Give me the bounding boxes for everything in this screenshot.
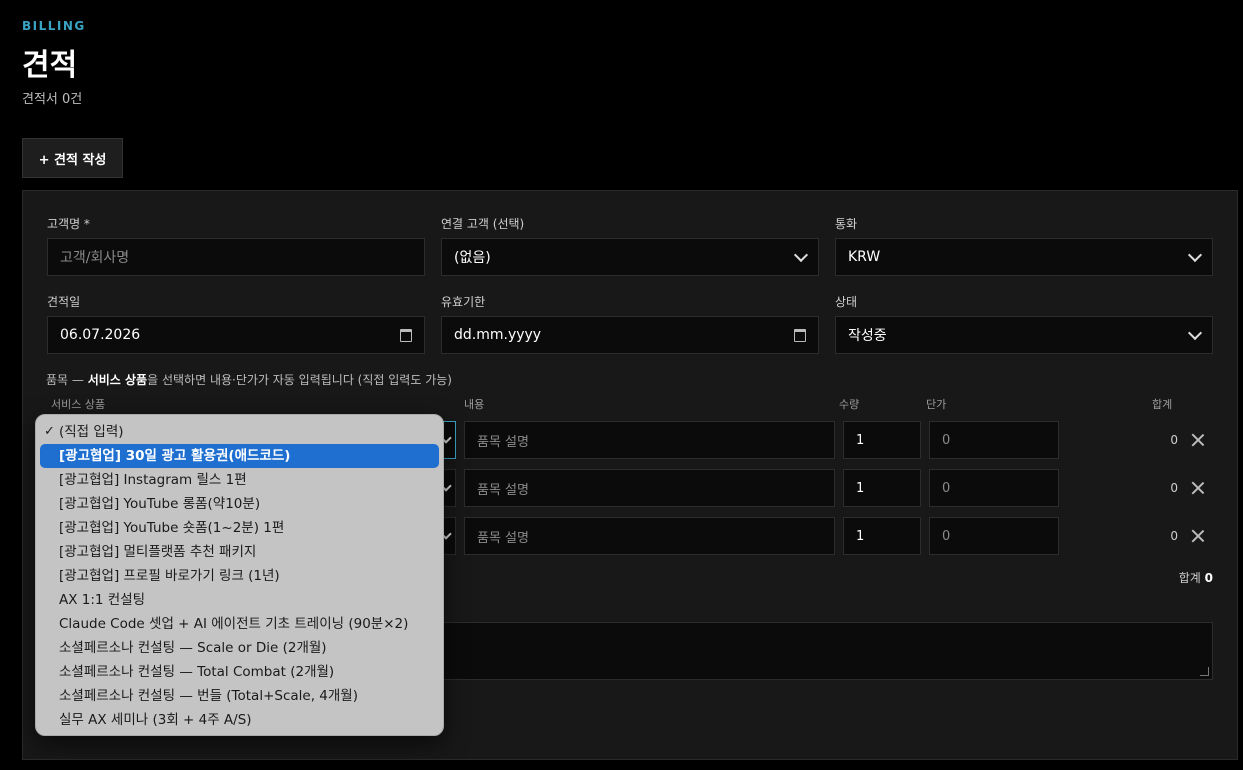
customer-name-placeholder: 고객/회사명: [60, 250, 130, 266]
dropdown-option[interactable]: [광고협업] YouTube 숏폼(1~2분) 1편: [40, 516, 439, 540]
column-qty: 수량: [839, 398, 860, 411]
items-hint-bold: 서비스 상품: [87, 373, 148, 387]
option-label: [광고협업] Instagram 릴스 1편: [59, 472, 247, 488]
linked-customer-select[interactable]: (없음): [441, 238, 819, 276]
items-hint-prefix: 품목 —: [46, 373, 88, 387]
option-label: [광고협업] 30일 광고 활용권(애드코드): [59, 448, 291, 464]
customer-name-label: 고객명 *: [47, 217, 90, 231]
total-label: 합계: [1178, 571, 1201, 585]
column-product: 서비스 상품: [51, 398, 106, 411]
item-qty-input[interactable]: 1: [843, 517, 921, 555]
page-title: 견적: [22, 48, 78, 83]
quote-date-label: 견적일: [47, 295, 81, 309]
dropdown-option[interactable]: ✓ (직접 입력): [40, 420, 439, 444]
calendar-icon[interactable]: [794, 328, 806, 342]
remove-row-icon[interactable]: [1191, 529, 1205, 543]
customer-name-input[interactable]: 고객/회사명: [47, 238, 425, 276]
column-price: 단가: [926, 398, 947, 411]
notes-textarea[interactable]: [436, 622, 1213, 680]
valid-until-value: dd.mm.yyyy: [454, 327, 542, 343]
item-amount: 0: [1170, 529, 1178, 543]
item-amount: 0: [1170, 433, 1178, 447]
column-content: 내용: [464, 398, 485, 411]
valid-until-label: 유효기한: [441, 295, 486, 309]
linked-customer-label: 연결 고객 (선택): [441, 217, 525, 231]
check-icon: ✓: [44, 424, 55, 439]
option-label: 소셜페르소나 컨설팅 — Total Combat (2개월): [59, 664, 335, 680]
quote-count: 견적서 0건: [22, 92, 83, 107]
option-label: AX 1:1 컨설팅: [59, 592, 146, 608]
chevron-down-icon: [1187, 247, 1203, 263]
option-label: (직접 입력): [59, 424, 124, 440]
create-quote-button[interactable]: + 견적 작성: [22, 138, 123, 178]
currency-value: KRW: [848, 249, 881, 265]
option-label: [광고협업] 멀티플랫폼 추천 패키지: [59, 544, 257, 560]
quote-date-value: 06.07.2026: [60, 327, 141, 343]
option-label: [광고협업] 프로필 바로가기 링크 (1년): [59, 568, 280, 584]
dropdown-option[interactable]: 소셜페르소나 컨설팅 — Total Combat (2개월): [40, 660, 439, 684]
option-label: 소셜페르소나 컨설팅 — Scale or Die (2개월): [59, 640, 327, 656]
dropdown-option[interactable]: AX 1:1 컨설팅: [40, 588, 439, 612]
option-label: 소셜페르소나 컨설팅 — 번들 (Total+Scale, 4개월): [59, 688, 358, 704]
status-select[interactable]: 작성중: [835, 316, 1213, 354]
dropdown-option[interactable]: [광고협업] YouTube 롱폼(약10분): [40, 492, 439, 516]
linked-customer-value: (없음): [454, 250, 491, 266]
item-content-input[interactable]: 품목 설명: [464, 421, 835, 459]
column-sum: 합계: [1152, 398, 1173, 411]
item-qty-input[interactable]: 1: [843, 421, 921, 459]
product-dropdown-menu: ✓ (직접 입력) [광고협업] 30일 광고 활용권(애드코드) [광고협업] …: [35, 414, 444, 736]
item-qty-input[interactable]: 1: [843, 469, 921, 507]
remove-row-icon[interactable]: [1191, 481, 1205, 495]
dropdown-option[interactable]: [광고협업] 멀티플랫폼 추천 패키지: [40, 540, 439, 564]
dropdown-option[interactable]: 소셜페르소나 컨설팅 — 번들 (Total+Scale, 4개월): [40, 684, 439, 708]
dropdown-option[interactable]: [광고협업] 프로필 바로가기 링크 (1년): [40, 564, 439, 588]
valid-until-input[interactable]: dd.mm.yyyy: [441, 316, 819, 354]
dropdown-option[interactable]: Claude Code 셋업 + AI 에이전트 기초 트레이닝 (90분×2): [40, 612, 439, 636]
currency-label: 통화: [835, 217, 858, 231]
status-value: 작성중: [848, 328, 887, 344]
dropdown-option-selected[interactable]: [광고협업] 30일 광고 활용권(애드코드): [40, 444, 439, 468]
dropdown-option[interactable]: [광고협업] Instagram 릴스 1편: [40, 468, 439, 492]
item-amount: 0: [1170, 481, 1178, 495]
dropdown-option[interactable]: 실무 AX 세미나 (3회 + 4주 A/S): [40, 708, 439, 732]
items-hint-suffix: 을 선택하면 내용·단가가 자동 입력됩니다 (직접 입력도 가능): [147, 373, 452, 387]
option-label: Claude Code 셋업 + AI 에이전트 기초 트레이닝 (90분×2): [59, 616, 409, 632]
chevron-down-icon: [1187, 325, 1203, 341]
option-label: 실무 AX 세미나 (3회 + 4주 A/S): [59, 712, 252, 728]
items-total: 합계 0: [1150, 569, 1213, 586]
item-price-input[interactable]: 0: [929, 421, 1059, 459]
status-label: 상태: [835, 295, 858, 309]
item-price-input[interactable]: 0: [929, 517, 1059, 555]
chevron-down-icon: [793, 247, 809, 263]
item-price-input[interactable]: 0: [929, 469, 1059, 507]
total-value: 0: [1204, 571, 1213, 585]
quote-date-input[interactable]: 06.07.2026: [47, 316, 425, 354]
remove-row-icon[interactable]: [1191, 433, 1205, 447]
item-content-input[interactable]: 품목 설명: [464, 469, 835, 507]
section-eyebrow: BILLING: [22, 19, 86, 33]
currency-select[interactable]: KRW: [835, 238, 1213, 276]
option-label: [광고협업] YouTube 롱폼(약10분): [59, 496, 261, 512]
dropdown-option[interactable]: 소셜페르소나 컨설팅 — Scale or Die (2개월): [40, 636, 439, 660]
items-hint: 품목 — 서비스 상품을 선택하면 내용·단가가 자동 입력됩니다 (직접 입력…: [46, 371, 452, 388]
item-content-input[interactable]: 품목 설명: [464, 517, 835, 555]
option-label: [광고협업] YouTube 숏폼(1~2분) 1편: [59, 520, 285, 536]
calendar-icon[interactable]: [400, 328, 412, 342]
resize-handle-icon[interactable]: [1200, 667, 1209, 676]
